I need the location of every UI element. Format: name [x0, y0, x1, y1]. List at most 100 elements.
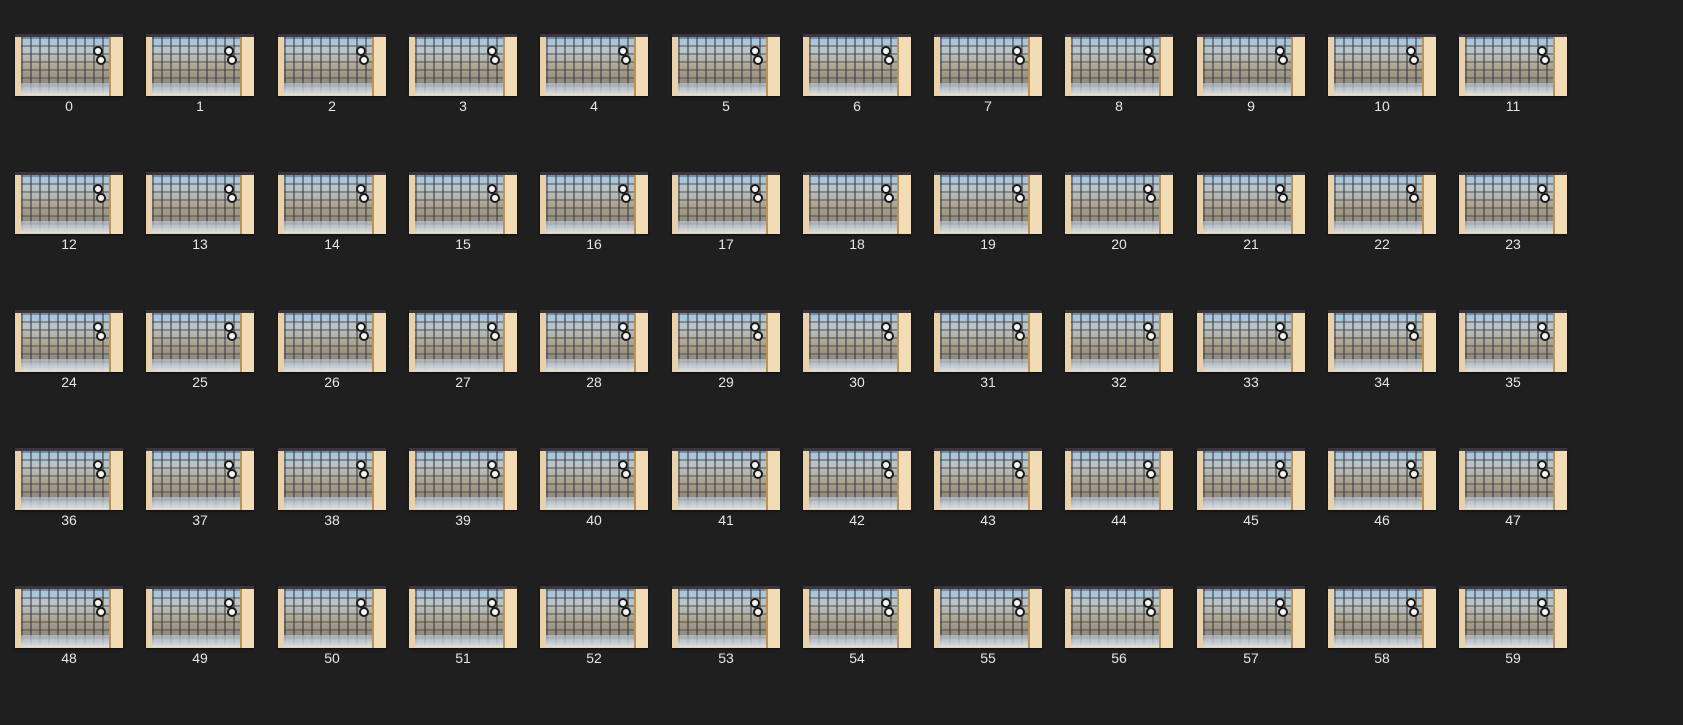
- file-name-label[interactable]: 59: [1459, 650, 1567, 666]
- file-thumbnail[interactable]: [15, 34, 123, 96]
- file-name-label[interactable]: 45: [1197, 512, 1305, 528]
- file-item[interactable]: 25: [146, 310, 256, 420]
- file-thumbnail[interactable]: [1065, 448, 1173, 510]
- file-thumbnail[interactable]: [15, 172, 123, 234]
- file-thumbnail[interactable]: [1328, 448, 1436, 510]
- file-item[interactable]: 28: [540, 310, 650, 420]
- file-thumbnail[interactable]: [1065, 310, 1173, 372]
- file-name-label[interactable]: 36: [15, 512, 123, 528]
- file-item[interactable]: 11: [1459, 34, 1569, 144]
- file-item[interactable]: 2: [278, 34, 388, 144]
- file-thumbnail[interactable]: [1459, 172, 1567, 234]
- file-name-label[interactable]: 21: [1197, 236, 1305, 252]
- file-thumbnail[interactable]: [15, 586, 123, 648]
- file-name-label[interactable]: 58: [1328, 650, 1436, 666]
- file-name-label[interactable]: 18: [803, 236, 911, 252]
- file-name-label[interactable]: 23: [1459, 236, 1567, 252]
- file-item[interactable]: 36: [15, 448, 125, 558]
- file-item[interactable]: 41: [672, 448, 782, 558]
- file-name-label[interactable]: 11: [1459, 98, 1567, 114]
- file-thumbnail[interactable]: [146, 172, 254, 234]
- file-name-label[interactable]: 27: [409, 374, 517, 390]
- file-name-label[interactable]: 39: [409, 512, 517, 528]
- file-name-label[interactable]: 33: [1197, 374, 1305, 390]
- file-name-label[interactable]: 57: [1197, 650, 1305, 666]
- file-name-label[interactable]: 28: [540, 374, 648, 390]
- file-item[interactable]: 49: [146, 586, 256, 696]
- file-thumbnail[interactable]: [934, 586, 1042, 648]
- file-thumbnail[interactable]: [540, 448, 648, 510]
- file-name-label[interactable]: 55: [934, 650, 1042, 666]
- file-name-label[interactable]: 37: [146, 512, 254, 528]
- file-name-label[interactable]: 52: [540, 650, 648, 666]
- file-item[interactable]: 24: [15, 310, 125, 420]
- file-item[interactable]: 43: [934, 448, 1044, 558]
- file-thumbnail[interactable]: [1197, 586, 1305, 648]
- file-item[interactable]: 44: [1065, 448, 1175, 558]
- file-item[interactable]: 17: [672, 172, 782, 282]
- file-name-label[interactable]: 19: [934, 236, 1042, 252]
- file-thumbnail[interactable]: [1459, 448, 1567, 510]
- file-name-label[interactable]: 46: [1328, 512, 1436, 528]
- file-thumbnail[interactable]: [672, 34, 780, 96]
- file-item[interactable]: 15: [409, 172, 519, 282]
- file-item[interactable]: 37: [146, 448, 256, 558]
- file-thumbnail[interactable]: [146, 448, 254, 510]
- file-thumbnail[interactable]: [409, 172, 517, 234]
- file-name-label[interactable]: 2: [278, 98, 386, 114]
- file-item[interactable]: 39: [409, 448, 519, 558]
- file-thumbnail[interactable]: [934, 172, 1042, 234]
- file-name-label[interactable]: 51: [409, 650, 517, 666]
- file-name-label[interactable]: 6: [803, 98, 911, 114]
- file-item[interactable]: 58: [1328, 586, 1438, 696]
- file-name-label[interactable]: 13: [146, 236, 254, 252]
- file-thumbnail[interactable]: [146, 586, 254, 648]
- file-item[interactable]: 13: [146, 172, 256, 282]
- file-item[interactable]: 57: [1197, 586, 1307, 696]
- file-name-label[interactable]: 35: [1459, 374, 1567, 390]
- file-thumbnail[interactable]: [672, 310, 780, 372]
- file-item[interactable]: 9: [1197, 34, 1307, 144]
- file-name-label[interactable]: 26: [278, 374, 386, 390]
- file-thumbnail[interactable]: [1328, 34, 1436, 96]
- file-thumbnail[interactable]: [278, 448, 386, 510]
- file-item[interactable]: 8: [1065, 34, 1175, 144]
- file-name-label[interactable]: 16: [540, 236, 648, 252]
- file-name-label[interactable]: 53: [672, 650, 780, 666]
- file-name-label[interactable]: 12: [15, 236, 123, 252]
- file-thumbnail[interactable]: [1459, 586, 1567, 648]
- file-thumbnail[interactable]: [409, 310, 517, 372]
- file-thumbnail[interactable]: [1328, 172, 1436, 234]
- file-name-label[interactable]: 25: [146, 374, 254, 390]
- file-thumbnail[interactable]: [540, 34, 648, 96]
- file-item[interactable]: 48: [15, 586, 125, 696]
- file-item[interactable]: 56: [1065, 586, 1175, 696]
- file-thumbnail[interactable]: [1197, 34, 1305, 96]
- file-item[interactable]: 3: [409, 34, 519, 144]
- file-name-label[interactable]: 20: [1065, 236, 1173, 252]
- file-item[interactable]: 47: [1459, 448, 1569, 558]
- file-thumbnail[interactable]: [1065, 172, 1173, 234]
- file-name-label[interactable]: 10: [1328, 98, 1436, 114]
- file-thumbnail[interactable]: [1065, 34, 1173, 96]
- file-item[interactable]: 32: [1065, 310, 1175, 420]
- file-thumbnail[interactable]: [146, 310, 254, 372]
- file-item[interactable]: 19: [934, 172, 1044, 282]
- file-thumbnail[interactable]: [278, 586, 386, 648]
- file-thumbnail[interactable]: [15, 448, 123, 510]
- file-thumbnail[interactable]: [934, 448, 1042, 510]
- file-item[interactable]: 14: [278, 172, 388, 282]
- file-thumbnail[interactable]: [672, 448, 780, 510]
- file-item[interactable]: 42: [803, 448, 913, 558]
- file-name-label[interactable]: 30: [803, 374, 911, 390]
- file-item[interactable]: 54: [803, 586, 913, 696]
- file-item[interactable]: 38: [278, 448, 388, 558]
- file-thumbnail[interactable]: [803, 586, 911, 648]
- file-name-label[interactable]: 14: [278, 236, 386, 252]
- file-name-label[interactable]: 38: [278, 512, 386, 528]
- file-thumbnail[interactable]: [146, 34, 254, 96]
- file-item[interactable]: 45: [1197, 448, 1307, 558]
- file-item[interactable]: 16: [540, 172, 650, 282]
- file-thumbnail[interactable]: [1197, 172, 1305, 234]
- file-thumbnail[interactable]: [540, 310, 648, 372]
